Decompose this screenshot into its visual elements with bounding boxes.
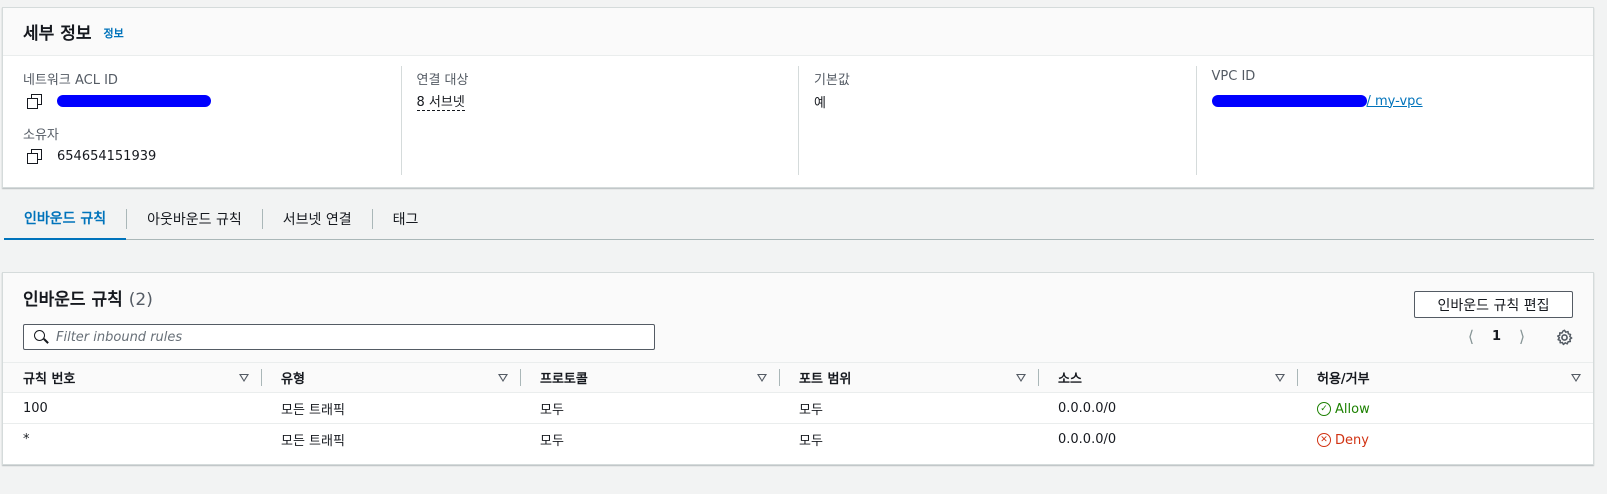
sort-caret-icon[interactable] bbox=[1571, 373, 1581, 382]
column-label: 포트 범위 bbox=[799, 372, 852, 387]
cell-port-range: 모두 bbox=[779, 392, 1038, 424]
owner-label: 소유자 bbox=[23, 128, 59, 143]
acl-id-value bbox=[23, 90, 401, 112]
assoc-value[interactable]: 8 서브넷 bbox=[416, 91, 465, 111]
assoc-label: 연결 대상 bbox=[416, 73, 469, 88]
acl-id-label: 네트워크 ACL ID bbox=[23, 73, 118, 88]
cell-action: ✕ Deny bbox=[1297, 424, 1593, 455]
copy-icon[interactable] bbox=[27, 94, 42, 109]
details-col-default: 기본값 예 bbox=[798, 56, 1196, 187]
column-header-allow-deny[interactable]: 허용/거부 bbox=[1297, 362, 1593, 393]
page-number[interactable]: 1 bbox=[1492, 329, 1501, 344]
column-label: 규칙 번호 bbox=[23, 372, 76, 387]
tab-outbound-rules[interactable]: 아웃바운드 규칙 bbox=[127, 198, 262, 239]
column-label: 유형 bbox=[281, 372, 305, 387]
column-label: 프로토콜 bbox=[540, 372, 588, 387]
cell-type: 모든 트래픽 bbox=[261, 392, 520, 424]
rules-title-text: 인바운드 규칙 bbox=[23, 290, 123, 310]
copy-icon[interactable] bbox=[27, 149, 42, 164]
details-panel: 세부 정보 정보 네트워크 ACL ID 소유자 654654151939 연결… bbox=[2, 7, 1594, 188]
status-allow: ✓ Allow bbox=[1317, 402, 1370, 417]
vpc-id-label: VPC ID bbox=[1211, 69, 1256, 84]
pagination: ⟨ 1 ⟩ bbox=[1464, 327, 1529, 346]
status-label: Allow bbox=[1335, 401, 1370, 417]
filter-box[interactable] bbox=[23, 324, 655, 350]
inbound-rules-table: 규칙 번호 유형 프로토콜 포트 범위 소스 허용/거부 100 모든 트래픽 … bbox=[3, 362, 1593, 455]
column-header-protocol[interactable]: 프로토콜 bbox=[520, 362, 779, 393]
chevron-right-icon[interactable]: ⟩ bbox=[1515, 327, 1529, 346]
default-label: 기본값 bbox=[814, 73, 850, 88]
gear-icon[interactable] bbox=[1555, 328, 1573, 346]
cell-action: ✓ Allow bbox=[1297, 392, 1593, 424]
redacted-vpc-id bbox=[1211, 95, 1367, 107]
cell-type: 모든 트래픽 bbox=[281, 433, 345, 449]
tab-bar: 인바운드 규칙 아웃바운드 규칙 서브넷 연결 태그 bbox=[4, 198, 1594, 240]
rules-header: 인바운드 규칙(2) 인바운드 규칙 편집 ⟨ 1 ⟩ bbox=[3, 273, 1593, 362]
redacted-acl-id bbox=[57, 95, 211, 107]
details-col-assoc: 연결 대상 8 서브넷 bbox=[400, 56, 799, 187]
inbound-rules-panel: 인바운드 규칙(2) 인바운드 규칙 편집 ⟨ 1 ⟩ 규칙 번호 유형 프로토… bbox=[2, 272, 1594, 465]
tab-subnet-associations[interactable]: 서브넷 연결 bbox=[263, 198, 372, 239]
cell-rule-number: * bbox=[23, 431, 30, 447]
cell-source: 0.0.0.0/0 bbox=[1038, 392, 1297, 424]
rules-title: 인바운드 규칙 (2) bbox=[23, 285, 153, 310]
table-row: * 모든 트래픽 모두 모두 0.0.0.0/0 ✕ Deny bbox=[3, 424, 1593, 455]
cell-source: 0.0.0.0/0 bbox=[1058, 431, 1117, 447]
column-header-source[interactable]: 소스 bbox=[1038, 362, 1297, 393]
details-header: 세부 정보 정보 bbox=[3, 8, 1593, 56]
default-value: 예 bbox=[814, 95, 826, 111]
table-row: 100 모든 트래픽 모두 모두 0.0.0.0/0 ✓ Allow bbox=[3, 392, 1593, 424]
details-col-vpc: VPC ID / my-vpc bbox=[1195, 56, 1594, 187]
vpc-id-value[interactable]: / my-vpc bbox=[1211, 90, 1594, 112]
x-circle-icon: ✕ bbox=[1317, 433, 1331, 448]
vpc-link[interactable]: / my-vpc bbox=[1367, 94, 1423, 109]
edit-inbound-rules-button[interactable]: 인바운드 규칙 편집 bbox=[1414, 291, 1573, 318]
sort-caret-icon[interactable] bbox=[239, 373, 249, 382]
column-header-type[interactable]: 유형 bbox=[261, 362, 520, 393]
column-header-rule-number[interactable]: 규칙 번호 bbox=[3, 362, 261, 393]
filter-input[interactable] bbox=[56, 329, 636, 345]
check-circle-icon: ✓ bbox=[1317, 402, 1331, 416]
sort-caret-icon[interactable] bbox=[1016, 373, 1026, 382]
sort-caret-icon[interactable] bbox=[1275, 373, 1285, 382]
sort-caret-icon[interactable] bbox=[498, 373, 508, 382]
cell-port-range: 모두 bbox=[799, 433, 823, 449]
owner-value: 654654151939 bbox=[57, 148, 157, 164]
cell-rule-number: 100 bbox=[3, 392, 261, 424]
column-header-port-range[interactable]: 포트 범위 bbox=[779, 362, 1038, 393]
details-col-acl: 네트워크 ACL ID 소유자 654654151939 bbox=[3, 56, 401, 187]
rules-count: (2) bbox=[128, 290, 153, 310]
search-icon bbox=[34, 330, 48, 344]
cell-protocol: 모두 bbox=[540, 433, 564, 449]
tab-inbound-rules[interactable]: 인바운드 규칙 bbox=[4, 198, 127, 240]
details-title: 세부 정보 bbox=[23, 24, 92, 44]
status-deny: ✕ Deny bbox=[1317, 433, 1369, 448]
sort-caret-icon[interactable] bbox=[757, 373, 767, 382]
owner-value-row: 654654151939 bbox=[23, 145, 401, 167]
chevron-left-icon[interactable]: ⟨ bbox=[1464, 327, 1478, 346]
cell-protocol: 모두 bbox=[520, 392, 779, 424]
column-label: 소스 bbox=[1058, 372, 1082, 387]
tab-tags[interactable]: 태그 bbox=[373, 198, 439, 239]
info-link[interactable]: 정보 bbox=[103, 25, 123, 41]
column-label: 허용/거부 bbox=[1317, 372, 1370, 387]
status-label: Deny bbox=[1335, 432, 1369, 448]
